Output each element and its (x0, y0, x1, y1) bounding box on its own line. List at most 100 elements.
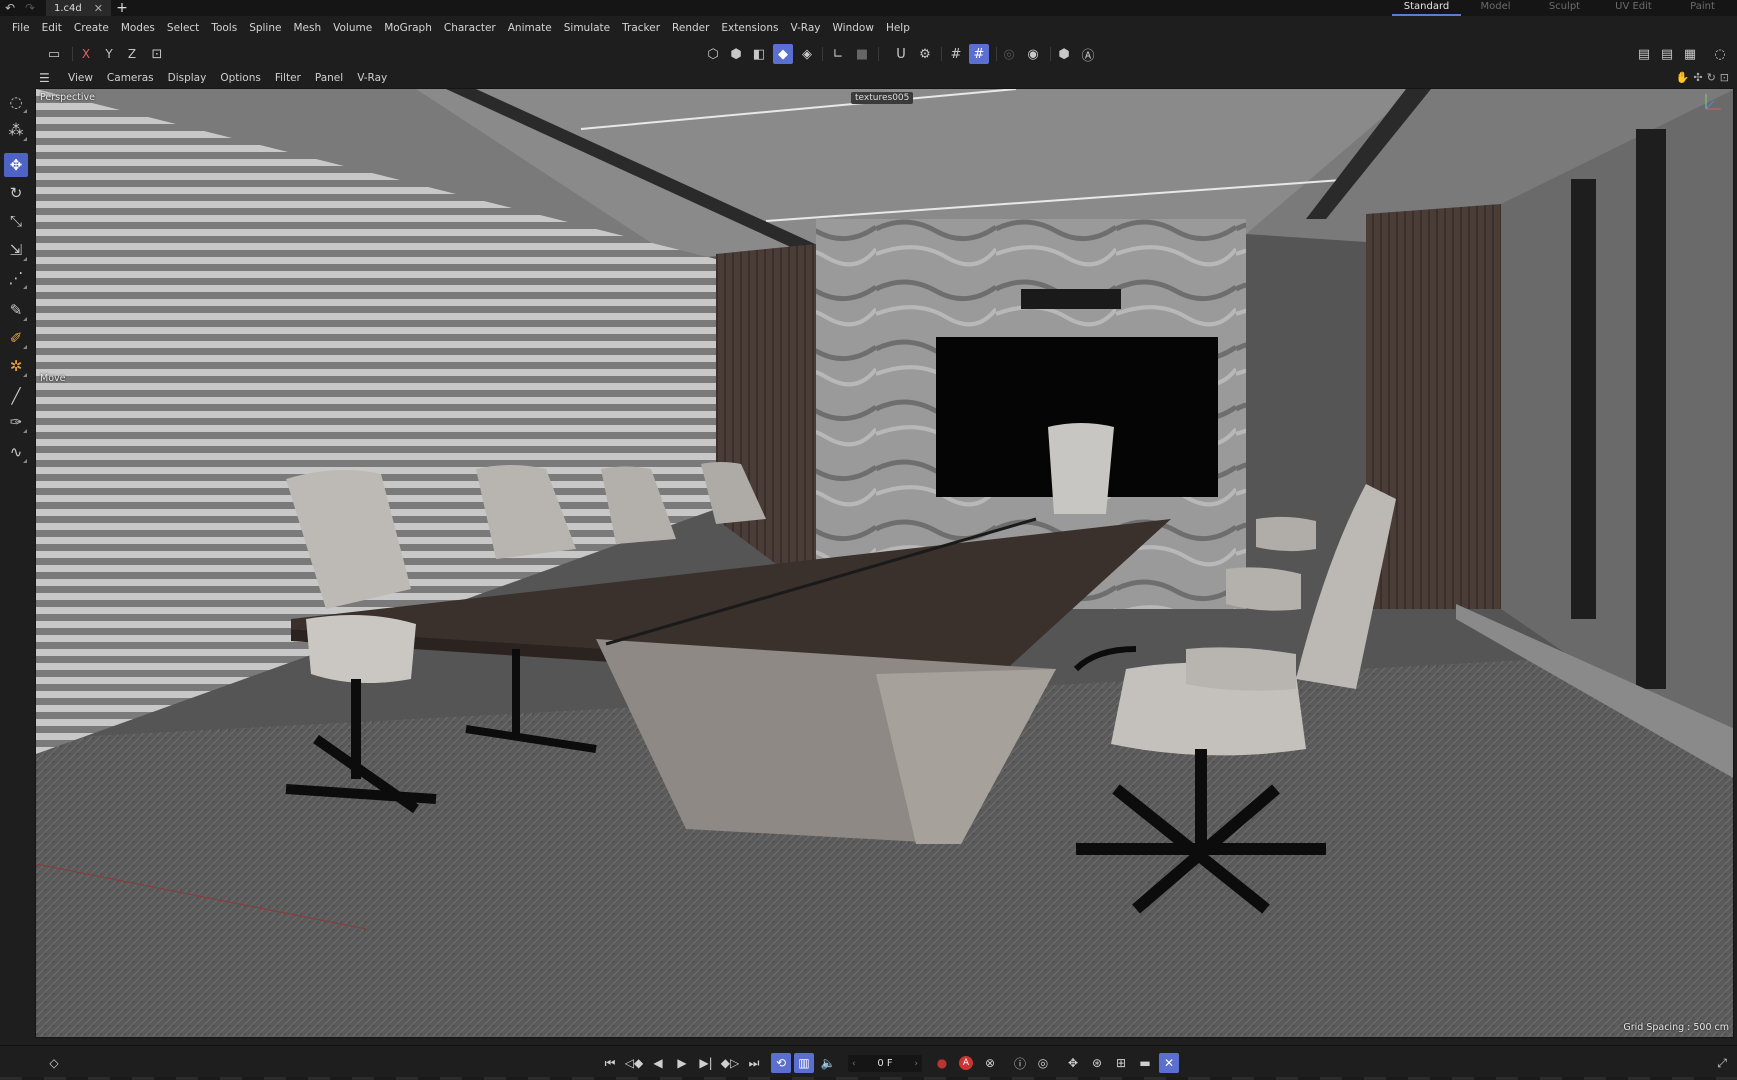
keyframe-icon[interactable]: ◇ (44, 1053, 64, 1073)
vray-render-icon[interactable]: Ⓐ (1078, 44, 1098, 64)
help-icon[interactable]: ◌ (1710, 44, 1730, 64)
menu-vray[interactable]: V-Ray (784, 22, 826, 34)
viewport-menu-options[interactable]: Options (213, 72, 268, 84)
autokey-icon[interactable]: A (959, 1056, 973, 1070)
menu-file[interactable]: File (6, 22, 36, 34)
sound-icon[interactable]: 🔈 (818, 1053, 838, 1073)
coordinate-system-icon[interactable]: ▭ (44, 44, 64, 64)
frame-increment-icon[interactable]: › (914, 1059, 918, 1069)
next-frame-icon[interactable]: ▶| (696, 1053, 716, 1073)
viewport-menu-icon[interactable]: ☰ (39, 71, 55, 85)
scale-tool-icon[interactable]: ⤡ (4, 209, 28, 233)
render-view-icon[interactable]: ◉ (1023, 44, 1043, 64)
menu-mograph[interactable]: MoGraph (378, 22, 438, 34)
menu-volume[interactable]: Volume (327, 22, 378, 34)
transform-tool-icon[interactable]: ⇲ (4, 238, 28, 262)
texture-tag[interactable]: textures005 (851, 92, 914, 104)
menu-extensions[interactable]: Extensions (715, 22, 784, 34)
key-param-icon[interactable]: ⊛ (1087, 1053, 1107, 1073)
render-settings-icon[interactable]: ▦ (1680, 44, 1700, 64)
menu-modes[interactable]: Modes (115, 22, 161, 34)
points-mode-icon[interactable]: ⬡ (703, 44, 723, 64)
menu-animate[interactable]: Animate (502, 22, 558, 34)
layout-paint[interactable]: Paint (1668, 0, 1737, 16)
live-selection-icon[interactable]: ◌ (4, 90, 28, 114)
document-tab[interactable]: 1.c4d ✕ (46, 0, 111, 16)
menu-spline[interactable]: Spline (243, 22, 287, 34)
knife-tool-icon[interactable]: ✑ (4, 410, 28, 434)
close-icon[interactable]: ✕ (94, 2, 103, 15)
previous-key-icon[interactable]: ◁◆ (624, 1053, 644, 1073)
menu-create[interactable]: Create (68, 22, 115, 34)
play-icon[interactable]: ▶ (672, 1053, 692, 1073)
mograph-tools-icon[interactable]: ✲ (4, 354, 28, 378)
edges-mode-icon[interactable]: ⬢ (726, 44, 746, 64)
key-rotation-icon[interactable]: ◎ (1033, 1053, 1053, 1073)
rotate-tool-icon[interactable]: ↻ (4, 181, 28, 205)
paint-tool-icon[interactable]: ✐ (4, 326, 28, 350)
vray-icon[interactable]: ⬢ (1054, 44, 1074, 64)
new-tab-button[interactable]: + (111, 0, 133, 16)
orbit-icon[interactable]: ↻ (1707, 71, 1716, 84)
menu-tools[interactable]: Tools (205, 22, 243, 34)
keyframe-selection-icon[interactable]: ⊗ (980, 1053, 1000, 1073)
polygon-tools-icon[interactable]: ⋰ (4, 266, 28, 290)
record-icon[interactable]: ● (932, 1053, 952, 1073)
viewport-menu-filter[interactable]: Filter (268, 72, 308, 84)
next-key-icon[interactable]: ◆▷ (720, 1053, 740, 1073)
grid-snap-icon[interactable]: # (946, 44, 966, 64)
key-pla-icon[interactable]: ⊞ (1111, 1053, 1131, 1073)
snap-settings-icon[interactable]: ⚙ (915, 44, 935, 64)
timeline-expand-icon[interactable]: ⤢ (1712, 1053, 1732, 1073)
menu-window[interactable]: Window (827, 22, 880, 34)
viewport-menu-panel[interactable]: Panel (308, 72, 350, 84)
world-coordinates-icon[interactable]: ⊡ (147, 44, 167, 64)
render-active-view-icon[interactable]: ▤ (1657, 44, 1677, 64)
go-to-end-icon[interactable]: ⏭ (744, 1053, 764, 1073)
pan-icon[interactable]: ✋ (1676, 71, 1690, 84)
playback-rate-icon[interactable]: ▥ (794, 1053, 814, 1073)
render-region-icon[interactable]: ◎ (999, 44, 1019, 64)
menu-tracker[interactable]: Tracker (616, 22, 666, 34)
layout-uv-edit[interactable]: UV Edit (1599, 0, 1668, 16)
menu-render[interactable]: Render (666, 22, 715, 34)
lock-z-axis-button[interactable]: Z (122, 44, 142, 64)
move-tool-icon[interactable]: ✥ (4, 153, 28, 177)
menu-simulate[interactable]: Simulate (558, 22, 616, 34)
loop-icon[interactable]: ⟲ (771, 1053, 791, 1073)
undo-icon[interactable]: ↶ (0, 0, 20, 16)
lock-y-axis-button[interactable]: Y (99, 44, 119, 64)
zoom-icon[interactable]: ✣ (1693, 71, 1702, 84)
menu-mesh[interactable]: Mesh (287, 22, 327, 34)
polygons-mode-icon[interactable]: ◧ (749, 44, 769, 64)
render-to-picture-viewer-icon[interactable]: ▤ (1634, 44, 1654, 64)
viewport-menu-cameras[interactable]: Cameras (100, 72, 161, 84)
menu-character[interactable]: Character (438, 22, 502, 34)
brush-tool-icon[interactable]: ╱ (4, 384, 28, 408)
workplane-snap-icon[interactable]: # (969, 44, 989, 64)
layout-standard[interactable]: Standard (1392, 0, 1461, 16)
key-scale-icon[interactable]: ✥ (1063, 1053, 1083, 1073)
previous-frame-icon[interactable]: ◀ (648, 1053, 668, 1073)
menu-help[interactable]: Help (880, 22, 916, 34)
go-to-start-icon[interactable]: ⏮ (600, 1053, 620, 1073)
dope-sheet-icon[interactable]: ✕ (1159, 1053, 1179, 1073)
camera-label[interactable]: Perspective (40, 92, 95, 103)
layout-model[interactable]: Model (1461, 0, 1530, 16)
current-frame-field[interactable]: ‹ 0 F › (848, 1055, 922, 1072)
model-mode-icon[interactable]: ◆ (773, 44, 793, 64)
axis-mode-icon[interactable]: ∟ (828, 44, 848, 64)
menu-edit[interactable]: Edit (36, 22, 68, 34)
frame-decrement-icon[interactable]: ‹ (852, 1059, 856, 1069)
texture-mode-icon[interactable]: ◈ (797, 44, 817, 64)
tweak-mode-icon[interactable]: ■ (852, 44, 872, 64)
viewport-menu-view[interactable]: View (61, 72, 100, 84)
viewport-menu-vray[interactable]: V-Ray (350, 72, 394, 84)
sketch-tool-icon[interactable]: ∿ (4, 440, 28, 464)
maximize-view-icon[interactable]: ⊡ (1720, 71, 1729, 84)
redo-icon[interactable]: ↷ (20, 0, 40, 16)
key-position-icon[interactable]: ⓘ (1010, 1053, 1030, 1073)
viewport-menu-display[interactable]: Display (161, 72, 214, 84)
magnet-icon[interactable]: Ս (891, 44, 911, 64)
perspective-viewport[interactable]: Perspective textures005 Move Grid Spacin… (35, 88, 1734, 1038)
